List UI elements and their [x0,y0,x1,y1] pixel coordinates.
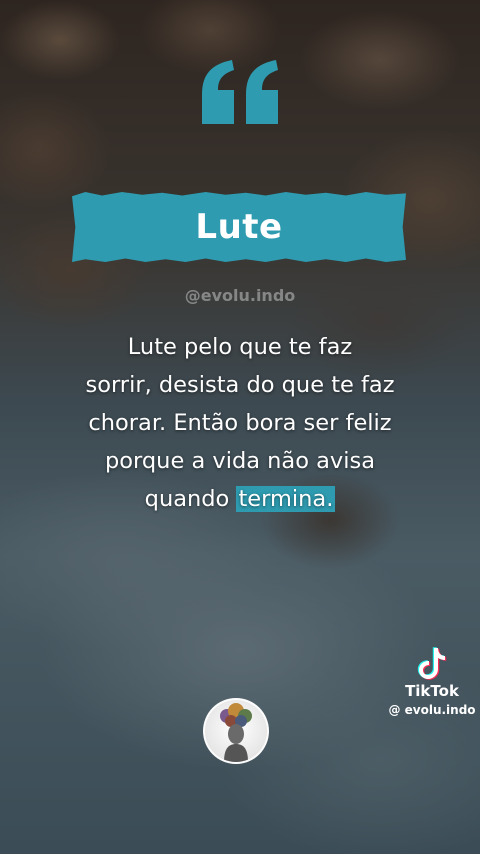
title-banner: Lute [72,192,406,262]
tiktok-logo-icon [417,647,447,680]
quote-line: sorrir, desista do que te faz [85,372,395,398]
watermark-handle: @evolu.indo [184,286,296,305]
quote-mark-icon [0,60,480,128]
tiktok-watermark: TikTok @ evolu.indo [384,646,480,717]
quote-text: Lute pelo que te faz sorrir, desista do … [40,328,440,518]
banner-title: Lute [195,207,283,247]
quote-last-line: quando termina. [40,480,440,518]
profile-avatar[interactable] [203,698,269,764]
quote-line: porque a vida não avisa [105,448,375,474]
quote-last-prefix: quando [144,486,237,512]
tiktok-brand: TikTok [405,682,459,700]
quote-highlight: termina. [236,486,336,512]
tiktok-handle: @ evolu.indo [388,703,476,717]
quote-line: Lute pelo que te faz [127,334,353,360]
avatar-portrait-icon [220,703,252,762]
quote-line: chorar. Então bora ser feliz [88,410,392,436]
